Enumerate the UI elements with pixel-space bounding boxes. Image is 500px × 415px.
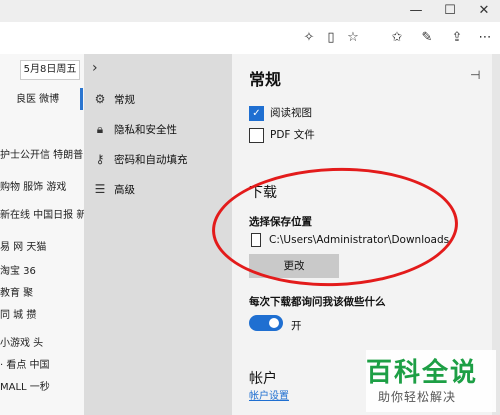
- page-row[interactable]: 淘宝 36: [0, 262, 84, 277]
- share-icon[interactable]: ⇪: [448, 30, 466, 46]
- page-title: 常规: [249, 70, 282, 89]
- account-heading: 帐户: [249, 371, 277, 387]
- date-box: 5月8日周五: [20, 60, 80, 80]
- nav-item-label: 密码和自动填充: [114, 153, 188, 166]
- page-row[interactable]: 购物 服饰 游戏: [0, 178, 84, 193]
- page-row[interactable]: 新在线 中国日报 新: [0, 206, 84, 221]
- minimize-button[interactable]: —: [404, 2, 428, 20]
- reading-view-checkbox[interactable]: ✓: [249, 106, 264, 121]
- pen-icon[interactable]: ✎: [418, 30, 436, 46]
- favorite-star-icon[interactable]: ☆: [344, 30, 362, 46]
- nav-item-label: 常规: [114, 93, 135, 106]
- key-icon: ⚷: [95, 152, 105, 166]
- watermark-subtitle: 助你轻松解决: [378, 390, 457, 404]
- page-row[interactable]: 教育 聚: [0, 284, 84, 299]
- maximize-button[interactable]: ☐: [438, 2, 462, 20]
- settings-nav: › ⚙ 常规 🔒︎ 隐私和安全性 ⚷ 密码和自动填充 ☰ 高级: [84, 54, 232, 415]
- page-row[interactable]: 小游戏 头: [0, 334, 84, 349]
- chevron-right-icon[interactable]: ›: [92, 60, 98, 76]
- gear-icon: ⚙: [94, 92, 106, 106]
- watermark: 百科全说 助你轻松解决: [366, 350, 496, 412]
- lock-icon: 🔒︎: [96, 121, 104, 136]
- toolbar: ✧ ▯ ☆ ✩ ✎ ⇪ ⋯: [0, 22, 500, 55]
- page-row[interactable]: 护士公开信 特朗普: [0, 146, 84, 161]
- extension-icon[interactable]: ✧: [300, 30, 318, 46]
- pin-icon[interactable]: ⊣: [470, 68, 480, 82]
- pdf-checkbox[interactable]: [249, 128, 264, 143]
- pdf-label: PDF 文件: [270, 129, 315, 141]
- window-title-bar: — ☐ ✕: [0, 0, 500, 22]
- nav-item-passwords[interactable]: ⚷ 密码和自动填充: [90, 148, 230, 170]
- close-button[interactable]: ✕: [472, 2, 496, 20]
- nav-item-advanced[interactable]: ☰ 高级: [90, 178, 230, 200]
- sliders-icon: ☰: [94, 182, 106, 196]
- reading-view-label: 阅读视图: [270, 107, 312, 119]
- favorites-icon[interactable]: ✩: [388, 30, 406, 46]
- account-settings-link[interactable]: 帐户设置: [249, 387, 289, 402]
- page-row[interactable]: · 看点 中国: [0, 356, 84, 371]
- nav-item-label: 隐私和安全性: [114, 123, 177, 136]
- background-page: 5月8日周五 良医 微博 护士公开信 特朗普 购物 服饰 游戏 新在线 中国日报…: [0, 54, 84, 415]
- page-row[interactable]: 良医 微博: [16, 90, 84, 105]
- watermark-logo: 百科全说: [366, 358, 479, 388]
- ask-toggle[interactable]: [249, 315, 283, 331]
- nav-item-general[interactable]: ⚙ 常规: [90, 88, 230, 110]
- selection-indicator: [80, 88, 83, 110]
- reading-view-icon[interactable]: ▯: [322, 30, 340, 46]
- nav-item-privacy[interactable]: 🔒︎ 隐私和安全性: [90, 118, 230, 140]
- page-row[interactable]: 易 网 天猫: [0, 238, 84, 253]
- ask-each-download-label: 每次下载都询问我该做些什么: [249, 296, 386, 308]
- nav-item-label: 高级: [114, 183, 135, 196]
- more-icon[interactable]: ⋯: [476, 30, 494, 46]
- toggle-state: 开: [291, 320, 302, 332]
- page-row[interactable]: 同 城 攒: [0, 306, 84, 321]
- page-row[interactable]: MALL 一秒: [0, 378, 84, 393]
- toggle-knob: [269, 318, 279, 328]
